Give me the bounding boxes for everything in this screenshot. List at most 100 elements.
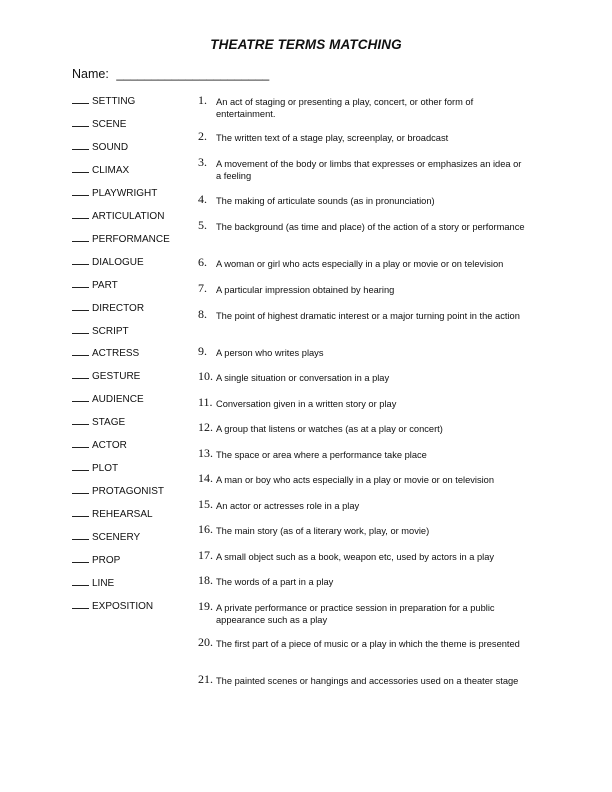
answer-blank[interactable] [72, 233, 89, 242]
term-label: SCENE [92, 118, 127, 130]
definition-number: 2. [198, 129, 207, 143]
definition-item: 19. A private performance or practice ses… [198, 600, 528, 626]
term-item: SCENERY [72, 531, 140, 543]
definition-item: 16. The main story (as of a literary work… [198, 523, 528, 537]
definition-text: Conversation given in a written story or… [216, 399, 397, 409]
answer-blank[interactable] [72, 600, 89, 609]
name-blank: ______________________ [116, 67, 270, 81]
definition-item: 15. An actor or actresses role in a play [198, 497, 528, 512]
definition-number: 14. [198, 471, 213, 485]
answer-blank[interactable] [72, 325, 89, 334]
answer-blank[interactable] [72, 118, 89, 127]
definition-number: 8. [198, 307, 207, 321]
term-item: PLAYWRIGHT [72, 187, 157, 199]
answer-blank[interactable] [72, 439, 89, 449]
answer-blank[interactable] [72, 141, 89, 150]
definition-text: An actor or actresses role in a play [216, 501, 360, 511]
definition-item: 12. A group that listens or watches (as a… [198, 420, 528, 435]
definition-text: A person who writes plays [216, 348, 324, 358]
answer-blank[interactable] [72, 164, 89, 173]
term-item: ACTOR [72, 439, 127, 451]
definition-text: The words of a part in a play [216, 577, 334, 587]
answer-blank[interactable] [72, 416, 89, 426]
definition-number: 13. [198, 446, 213, 460]
term-label: PLAYWRIGHT [92, 187, 158, 199]
definition-number: 20. [198, 635, 213, 649]
definition-item: 3. A movement of the body or limbs that e… [198, 155, 528, 182]
term-item: PROP [72, 554, 120, 566]
name-label: Name: [72, 67, 109, 81]
term-item: PART [72, 279, 118, 291]
worksheet-title: THEATRE TERMS MATCHING [210, 37, 402, 52]
definition-item: 6. A woman or girl who acts especially in… [198, 255, 528, 270]
answer-blank[interactable] [72, 462, 89, 472]
definition-text: The making of articulate sounds (as in p… [216, 196, 435, 206]
definition-text: An act of staging or presenting a play, … [216, 97, 474, 119]
definition-number: 15. [198, 497, 213, 511]
definition-item: 14. A man or boy who acts especially in a… [198, 471, 528, 486]
definition-number: 17. [198, 548, 213, 562]
term-item: PLOT [72, 462, 118, 474]
definition-item: 8. The point of highest dramatic interest… [198, 307, 528, 322]
term-item: EXPOSITION [72, 600, 153, 612]
answer-blank[interactable] [72, 370, 89, 380]
term-label: PROTAGONIST [92, 486, 165, 498]
name-field: Name: ______________________ [72, 67, 269, 81]
term-item: DIRECTOR [72, 302, 144, 314]
definition-item: 21. The painted scenes or hangings and ac… [198, 673, 528, 687]
definition-number: 1. [198, 93, 207, 107]
answer-blank[interactable] [72, 210, 89, 219]
definition-text: A small object such as a book, weapon et… [216, 552, 495, 562]
definition-text: A group that listens or watches (as at a… [216, 424, 443, 434]
term-item: GESTURE [72, 370, 140, 382]
answer-blank[interactable] [72, 508, 89, 518]
definition-text: A movement of the body or limbs that exp… [216, 159, 522, 181]
answer-blank[interactable] [72, 577, 89, 586]
term-item: SCENE [72, 118, 126, 130]
definition-number: 7. [198, 281, 207, 295]
definition-number: 12. [198, 420, 213, 434]
term-item: REHEARSAL [72, 508, 153, 520]
definition-number: 9. [198, 344, 207, 358]
term-label: PART [92, 279, 118, 291]
definition-item: 1. An act of staging or presenting a play… [198, 93, 528, 120]
answer-blank[interactable] [72, 302, 89, 311]
term-item: SCRIPT [72, 325, 129, 337]
term-label: PROP [92, 555, 121, 566]
definition-text: The main story (as of a literary work, p… [216, 526, 430, 536]
answer-blank[interactable] [72, 485, 89, 495]
definition-item: 18. The words of a part in a play [198, 573, 528, 588]
definition-text: The space or area where a performance ta… [216, 450, 427, 460]
answer-blank[interactable] [72, 347, 89, 357]
definition-item: 20. The first part of a piece of music or… [198, 635, 528, 650]
term-item: ARTICULATION [72, 210, 164, 222]
answer-blank[interactable] [72, 554, 89, 563]
definition-item: 11. Conversation given in a written story… [198, 396, 528, 410]
definition-item: 7. A particular impression obtained by he… [198, 281, 528, 296]
definition-item: 10. A single situation or conversation in… [198, 370, 528, 384]
answer-blank[interactable] [72, 187, 89, 196]
answer-blank[interactable] [72, 279, 89, 288]
term-label: PERFORMANCE [92, 233, 170, 245]
definition-text: The painted scenes or hangings and acces… [216, 676, 519, 686]
term-item: CLIMAX [72, 164, 129, 176]
definition-number: 6. [198, 255, 207, 269]
term-item: STAGE [72, 416, 125, 428]
term-label: ACTOR [92, 440, 127, 452]
term-label: GESTURE [92, 371, 141, 383]
definition-text: A particular impression obtained by hear… [216, 285, 395, 295]
answer-blank[interactable] [72, 531, 89, 541]
definition-text: A man or boy who acts especially in a pl… [216, 475, 495, 485]
definition-number: 4. [198, 192, 207, 206]
term-label: PLOT [92, 463, 119, 475]
definition-number: 3. [198, 155, 207, 169]
term-label: DIALOGUE [92, 256, 144, 268]
definition-number: 18. [198, 573, 213, 587]
term-label: REHEARSAL [92, 509, 153, 521]
answer-blank[interactable] [72, 256, 89, 265]
answer-blank[interactable] [72, 95, 89, 104]
answer-blank[interactable] [72, 393, 89, 403]
definition-item: 9. A person who writes plays [198, 344, 528, 359]
term-label: ARTICULATION [92, 210, 165, 222]
term-item: ACTRESS [72, 347, 139, 359]
